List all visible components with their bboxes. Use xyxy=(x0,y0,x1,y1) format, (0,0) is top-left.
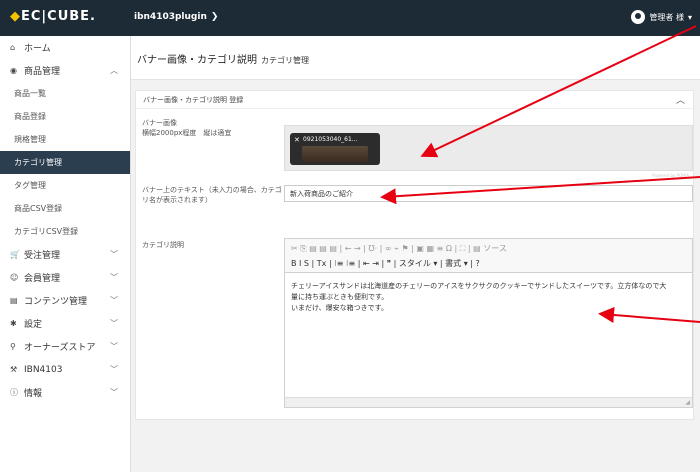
chevron-right-icon: ❯ xyxy=(210,12,219,22)
sidebar-subitem-category-manage[interactable]: カテゴリ管理 xyxy=(0,151,130,174)
page-header: バナー画像・カテゴリ説明 カテゴリ管理 xyxy=(131,36,700,80)
chevron-down-icon: ﹀ xyxy=(110,296,118,305)
sidebar-item-settings[interactable]: ✱ 設定 ﹀ xyxy=(0,312,130,335)
card-header: バナー画像・カテゴリ説明 登録 ︿ xyxy=(136,91,693,109)
sidebar-subitem-product-register[interactable]: 商品登録 xyxy=(0,105,130,128)
resize-grip-icon[interactable]: ◢ xyxy=(685,399,690,406)
chevron-down-icon: ﹀ xyxy=(110,365,118,374)
remove-file-icon[interactable]: ✕ xyxy=(294,136,300,144)
top-navbar: ◆EC|CUBE. ibn4103plugin ❯ 管理者 様 ▾ xyxy=(0,0,700,36)
plugin-breadcrumb[interactable]: ibn4103plugin ❯ xyxy=(134,12,218,22)
banner-text-input[interactable]: 新入荷商品のご紹介 xyxy=(284,185,693,202)
chevron-down-icon: ﹀ xyxy=(110,342,118,351)
chevron-down-icon: ▾ xyxy=(687,12,692,22)
main-content: バナー画像・カテゴリ説明 カテゴリ管理 バナー画像・カテゴリ説明 登録 ︿ バナー… xyxy=(131,36,700,472)
chevron-down-icon: ﹀ xyxy=(110,250,118,259)
tool-icon: ⚒ xyxy=(10,365,18,374)
chevron-down-icon: ﹀ xyxy=(110,273,118,282)
powered-by-text: Powered by PQINA xyxy=(652,173,689,178)
sidebar-item-owners-store[interactable]: ⚲ オーナーズストア ﹀ xyxy=(0,335,130,358)
file-icon: ▤ xyxy=(10,296,18,305)
toolbar-row-1[interactable]: ✂ ⎘ ▤ ▤ ▤ | ← → | ℧· | ∞ ⌁ ⚑ | ▣ ▦ ≡ Ω |… xyxy=(291,241,686,256)
editor-statusbar: ◢ xyxy=(285,397,692,407)
thumbnail-image xyxy=(302,146,368,162)
cube-icon: ◉ xyxy=(10,66,17,75)
sidebar-item-contents[interactable]: ▤ コンテンツ管理 ﹀ xyxy=(0,289,130,312)
users-icon: ☺ xyxy=(10,273,19,282)
sidebar: ⌂ ホーム ◉ 商品管理 ︿ 商品一覧 商品登録 規格管理 カテゴリ管理 タグ管理 商… xyxy=(0,36,131,472)
card-title: バナー画像・カテゴリ説明 登録 xyxy=(143,96,244,104)
collapse-icon[interactable]: ︿ xyxy=(676,93,685,106)
admin-name: 管理者 様 xyxy=(649,12,684,22)
sidebar-item-orders[interactable]: 🛒 受注管理 ﹀ xyxy=(0,243,130,266)
eccube-logo[interactable]: ◆EC|CUBE. xyxy=(10,9,96,24)
user-icon xyxy=(631,10,646,24)
sidebar-item-ibn4103[interactable]: ⚒ IBN4103 ﹀ xyxy=(0,358,130,381)
plug-icon: ⚲ xyxy=(10,342,16,351)
register-card: バナー画像・カテゴリ説明 登録 ︿ バナー画像 横幅2000px程度 縦は適宜 … xyxy=(135,90,694,420)
editor-toolbar: ✂ ⎘ ▤ ▤ ▤ | ← → | ℧· | ∞ ⌁ ⚑ | ▣ ▦ ≡ Ω |… xyxy=(285,239,692,273)
sidebar-subitem-category-csv[interactable]: カテゴリCSV登録 xyxy=(0,220,130,243)
toolbar-row-2[interactable]: B I S | Tx | ⁝≡ ⁝≡ | ⇤ ⇥ | ❞ | スタイル ▾ | … xyxy=(291,256,686,271)
sidebar-subitem-product-csv[interactable]: 商品CSV登録 xyxy=(0,197,130,220)
category-description-label: カテゴリ説明 xyxy=(142,241,184,249)
sidebar-item-home[interactable]: ⌂ ホーム xyxy=(0,36,130,59)
sidebar-item-customers[interactable]: ☺ 会員管理 ﹀ xyxy=(0,266,130,289)
banner-label: バナー画像 横幅2000px程度 縦は適宜 xyxy=(142,119,232,137)
gear-icon: ✱ xyxy=(10,319,17,328)
sidebar-item-info[interactable]: ⓘ 情報 ﹀ xyxy=(0,381,130,404)
editor-content[interactable]: チェリーアイスサンドは北海道産のチェリーのアイスをサクサクのクッキーでサンドした… xyxy=(285,273,692,322)
page-title: バナー画像・カテゴリ説明 xyxy=(137,55,257,66)
chevron-up-icon: ︿ xyxy=(110,66,118,75)
admin-menu[interactable]: 管理者 様 ▾ xyxy=(631,10,692,24)
sidebar-subitem-product-list[interactable]: 商品一覧 xyxy=(0,82,130,105)
page-subtitle: カテゴリ管理 xyxy=(261,56,309,65)
sidebar-subitem-tag-manage[interactable]: タグ管理 xyxy=(0,174,130,197)
sidebar-subitem-class-manage[interactable]: 規格管理 xyxy=(0,128,130,151)
description-editor[interactable]: ✂ ⎘ ▤ ▤ ▤ | ← → | ℧· | ∞ ⌁ ⚑ | ▣ ▦ ≡ Ω |… xyxy=(284,238,693,408)
chevron-down-icon: ﹀ xyxy=(110,388,118,397)
uploaded-file-thumbnail: ✕ 0921053040_61... xyxy=(290,133,380,165)
info-icon: ⓘ xyxy=(10,388,18,397)
uploaded-filename: 0921053040_61... xyxy=(303,136,358,143)
home-icon: ⌂ xyxy=(10,43,16,52)
chevron-down-icon: ﹀ xyxy=(110,319,118,328)
sidebar-item-products[interactable]: ◉ 商品管理 ︿ xyxy=(0,59,130,82)
cart-icon: 🛒 xyxy=(10,250,20,259)
banner-upload-area[interactable]: ✕ 0921053040_61... xyxy=(284,125,693,171)
banner-text-label: バナー上のテキスト（未入力の場合、カテゴ リ名が表示されます） xyxy=(142,186,282,204)
